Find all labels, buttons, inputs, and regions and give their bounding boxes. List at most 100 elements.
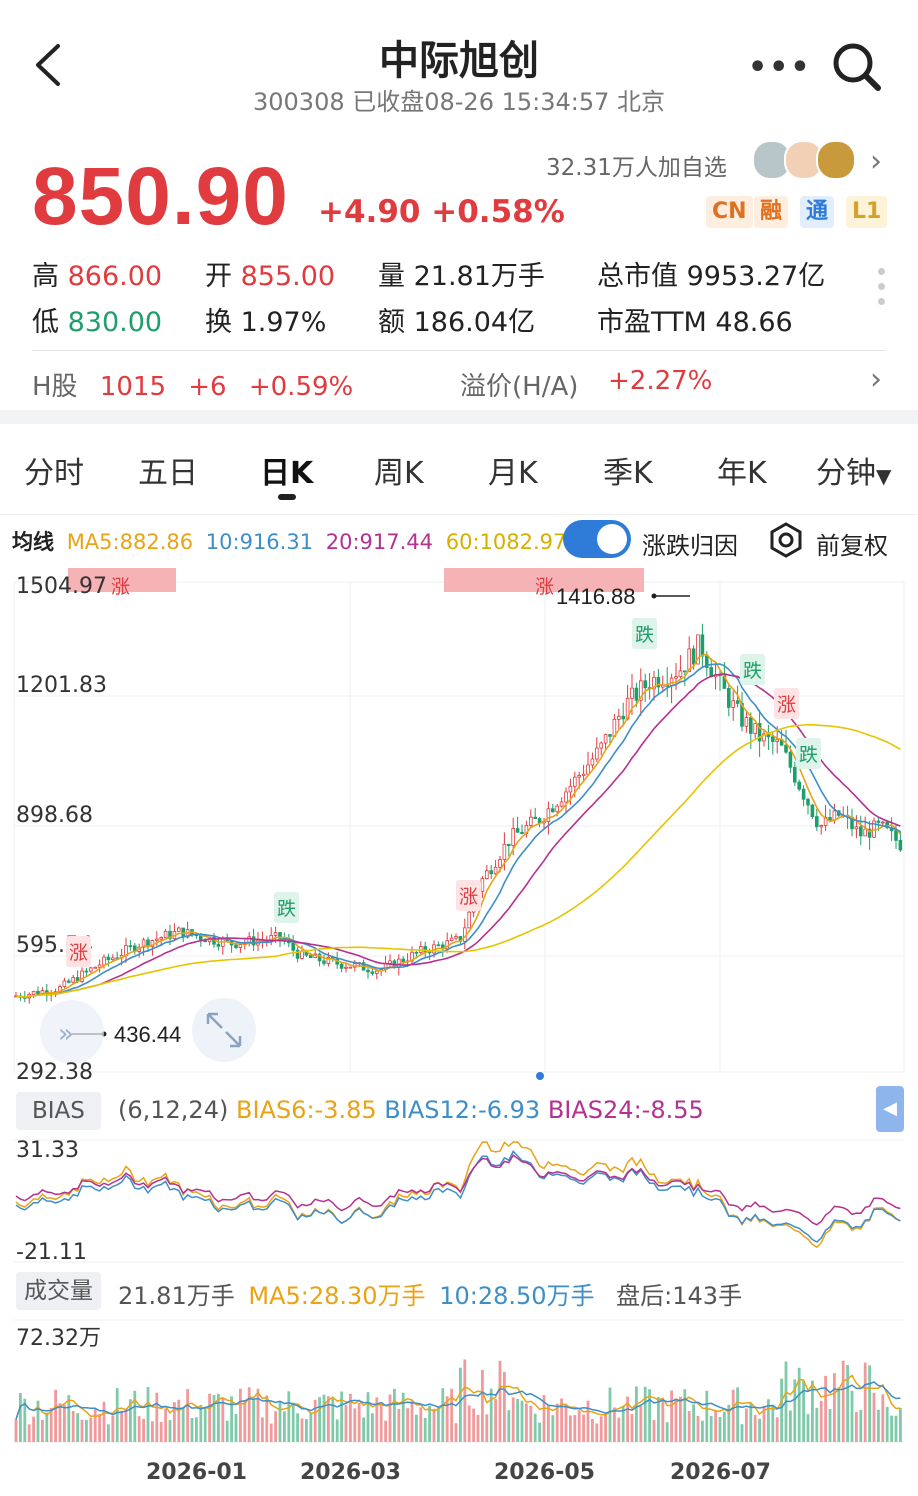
- volume-bar: [635, 1386, 638, 1442]
- tab-yearly-k[interactable]: 年K: [717, 448, 767, 492]
- volume-bar: [432, 1408, 436, 1442]
- kline-chart[interactable]: 1416.88 436.44 »: [0, 566, 918, 1086]
- rise-marker[interactable]: 涨: [108, 570, 133, 601]
- rise-marker[interactable]: 涨: [532, 570, 557, 601]
- volume-bar: [723, 1411, 726, 1442]
- vertical-dots-icon[interactable]: [878, 268, 886, 312]
- bias-label[interactable]: BIAS: [16, 1092, 101, 1130]
- volume-chart[interactable]: [0, 1316, 918, 1446]
- candle-body: [273, 932, 278, 936]
- volume-bar: [608, 1387, 612, 1442]
- fall-marker[interactable]: 跌: [740, 654, 766, 685]
- volume-bar: [208, 1393, 211, 1442]
- volume-bar: [115, 1388, 119, 1442]
- fall-marker[interactable]: 跌: [632, 618, 658, 649]
- tab-daily-k[interactable]: 日K: [260, 448, 313, 492]
- volume-bar: [45, 1412, 49, 1442]
- candle-body: [643, 680, 647, 688]
- double-chevron-left-icon[interactable]: »: [58, 1019, 74, 1049]
- candle-body: [454, 936, 458, 939]
- volume-bar: [850, 1390, 854, 1442]
- stat-high-value: 866.00: [67, 261, 163, 292]
- volume-bar: [837, 1387, 841, 1442]
- stat-turnover: 换 1.97%: [205, 300, 326, 339]
- candle-body: [700, 634, 705, 657]
- candle-body: [216, 943, 221, 947]
- candle-body: [388, 960, 392, 964]
- high-mark-dot: [651, 593, 657, 599]
- fall-marker[interactable]: 跌: [274, 892, 300, 923]
- candle-body: [810, 804, 815, 818]
- ma60-value: 60:1082.97: [445, 530, 567, 554]
- candle-body: [797, 781, 801, 790]
- more-icon[interactable]: •••: [748, 50, 812, 85]
- volume-bar: [789, 1410, 792, 1442]
- volume-after: 盘后:143手: [616, 1282, 743, 1310]
- follower-avatars[interactable]: [752, 140, 862, 180]
- volume-bar: [67, 1395, 71, 1442]
- tab-intraday[interactable]: 分时: [24, 448, 84, 492]
- volume-bar: [300, 1418, 304, 1442]
- followers-count[interactable]: 32.31万人加自选: [546, 148, 727, 182]
- volume-bar: [890, 1415, 893, 1442]
- x-axis-label: 2026-03: [300, 1460, 401, 1485]
- volume-bar: [569, 1415, 572, 1442]
- hshare-row[interactable]: H股 1015 +6 +0.59% 溢价(H/A) +2.27% ›: [32, 362, 892, 402]
- volume-bar: [833, 1373, 836, 1442]
- kline-y-label: 1504.97: [16, 574, 107, 599]
- volume-bar: [261, 1417, 264, 1442]
- rise-marker[interactable]: 涨: [456, 880, 482, 911]
- candle-body: [581, 773, 586, 776]
- volume-bar: [41, 1419, 44, 1442]
- volume-bar: [617, 1417, 621, 1442]
- rise-marker[interactable]: 涨: [66, 936, 92, 967]
- candle-body: [603, 734, 608, 744]
- fall-marker[interactable]: 跌: [796, 738, 822, 769]
- bias-lines: [15, 1141, 901, 1249]
- volume-bar: [142, 1418, 145, 1442]
- volume-bar: [652, 1419, 656, 1442]
- volume-bar: [327, 1396, 330, 1442]
- fullscreen-button[interactable]: [192, 998, 256, 1062]
- volume-bar: [393, 1388, 396, 1442]
- volume-bar: [397, 1408, 401, 1442]
- bias-chart[interactable]: [0, 1136, 918, 1266]
- adjust-label[interactable]: 前复权: [816, 526, 888, 561]
- volume-bar: [234, 1413, 238, 1442]
- settings-hexagon-icon[interactable]: [768, 522, 804, 558]
- avatar: [816, 140, 856, 180]
- tab-five-day[interactable]: 五日: [138, 448, 198, 492]
- tab-monthly-k[interactable]: 月K: [488, 448, 538, 492]
- volume-bar: [846, 1364, 849, 1442]
- volume-bar: [758, 1418, 761, 1442]
- candle-body: [154, 938, 159, 941]
- volume-bar: [252, 1398, 255, 1442]
- x-axis-label: 2026-01: [146, 1460, 247, 1485]
- volume-label[interactable]: 成交量: [16, 1272, 101, 1310]
- rise-marker[interactable]: 涨: [774, 688, 800, 719]
- candle-body: [308, 954, 313, 959]
- stat-mktcap-label: 总市值: [597, 261, 678, 292]
- collapse-panel-button[interactable]: ◀: [876, 1086, 904, 1132]
- volume-bar: [89, 1417, 93, 1442]
- search-icon[interactable]: [830, 40, 884, 94]
- volume-bar: [58, 1403, 62, 1442]
- hshare-pct: +0.59%: [248, 372, 354, 402]
- volume-bar: [437, 1406, 440, 1442]
- tab-weekly-k[interactable]: 周K: [374, 448, 424, 492]
- price-change: +4.90 +0.58%: [318, 194, 565, 230]
- volume-bar: [309, 1413, 313, 1442]
- candle-body: [111, 957, 115, 961]
- candle-body: [555, 805, 559, 813]
- volume-bar: [824, 1375, 827, 1442]
- volume-bar: [595, 1423, 599, 1442]
- volume-bar: [683, 1389, 687, 1442]
- tab-minute[interactable]: 分钟▼: [816, 448, 891, 492]
- candle-body: [533, 816, 537, 820]
- attribution-toggle[interactable]: [563, 520, 631, 558]
- candle-body: [502, 843, 507, 861]
- tab-quarterly-k[interactable]: 季K: [603, 448, 653, 492]
- candle-body: [753, 723, 757, 734]
- chevron-right-icon[interactable]: ›: [870, 144, 882, 179]
- premium-value: +2.27%: [608, 366, 713, 396]
